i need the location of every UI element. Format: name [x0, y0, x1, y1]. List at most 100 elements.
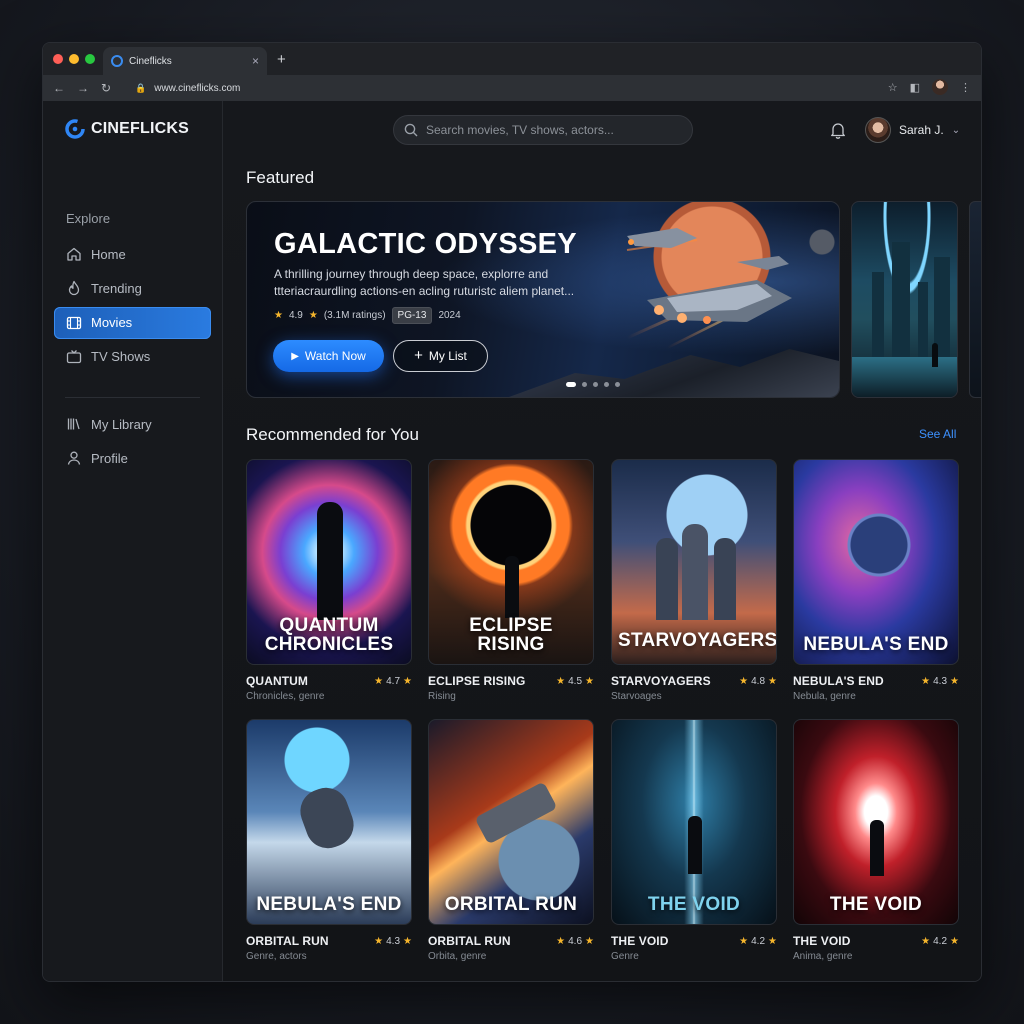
browser-profile-avatar[interactable]: [932, 79, 948, 95]
sidebar-item-label: Profile: [91, 450, 128, 466]
movie-card[interactable]: THE VOID THE VOID ★ 4.2 ★ Genre: [611, 719, 777, 962]
featured-peek-card[interactable]: [969, 201, 981, 398]
user-menu[interactable]: Sarah J. ⌄: [865, 117, 960, 143]
rating-value: 4.3: [933, 675, 948, 687]
card-title: STARVOYAGERS: [611, 674, 711, 688]
logo-reel-icon: [65, 119, 85, 139]
sidebar-item-my-library[interactable]: My Library: [54, 408, 211, 440]
see-all-link[interactable]: See All: [919, 427, 956, 441]
movie-poster: ECLIPSE RISING: [428, 459, 594, 665]
featured-next-card[interactable]: [851, 201, 958, 398]
url-text: www.cineflicks.com: [154, 82, 241, 94]
watch-now-label: Watch Now: [304, 349, 366, 363]
movie-card[interactable]: QUANTUM CHRONICLES QUANTUM ★ 4.7 ★ Chronic…: [246, 459, 412, 702]
poster-title: QUANTUM CHRONICLES: [264, 615, 394, 655]
profile-icon: [67, 451, 81, 465]
star-icon: ★: [739, 935, 749, 947]
card-subtitle: Genre, actors: [246, 951, 307, 962]
star-icon: ★: [308, 310, 318, 321]
card-subtitle: Rising: [428, 691, 456, 702]
movie-poster: NEBULA'S END: [246, 719, 412, 925]
search-input[interactable]: [426, 123, 676, 137]
url-field[interactable]: 🔒 www.cineflicks.com: [127, 78, 927, 98]
my-list-button[interactable]: + My List: [393, 340, 488, 372]
forward-icon[interactable]: →: [77, 81, 89, 95]
new-tab-icon[interactable]: +: [277, 51, 286, 68]
poster-title: THE VOID: [829, 894, 923, 915]
user-name: Sarah J.: [899, 123, 944, 137]
star-icon: ★: [768, 675, 777, 687]
card-rating: ★ 4.6 ★: [556, 936, 594, 947]
carousel-dot[interactable]: [604, 382, 609, 387]
primary-nav: Home Trending Movies TV Shows: [54, 238, 211, 375]
movie-card[interactable]: ECLIPSE RISING ECLIPSE RISING ★ 4.5 ★ Risi…: [428, 459, 594, 702]
carousel-dot[interactable]: [582, 382, 587, 387]
browser-menu-icon[interactable]: ⋮: [960, 81, 971, 94]
browser-tab[interactable]: Cineflicks ×: [103, 47, 267, 75]
spaceship-art: [626, 228, 792, 350]
card-rating: ★ 4.2 ★: [921, 936, 959, 947]
bookmark-star-icon[interactable]: ☆: [888, 81, 898, 94]
close-window-button[interactable]: [53, 54, 63, 64]
window-controls: [53, 54, 95, 64]
maximize-window-button[interactable]: [85, 54, 95, 64]
rating-value: 4.7: [386, 675, 401, 687]
close-tab-icon[interactable]: ×: [252, 54, 259, 68]
tv-icon: [66, 349, 82, 364]
sidebar-item-trending[interactable]: Trending: [54, 272, 211, 304]
movie-card[interactable]: STARVOYAGERS STARVOYAGERS ★ 4.8 ★ Starvoag…: [611, 459, 777, 702]
star-icon: ★: [556, 675, 566, 687]
back-icon[interactable]: ←: [53, 81, 65, 95]
reload-icon[interactable]: ↻: [101, 81, 111, 95]
secondary-nav: My Library Profile: [54, 408, 211, 477]
sidebar-item-home[interactable]: Home: [54, 238, 211, 270]
featured-heading: Featured: [246, 168, 315, 187]
sidebar-divider: [65, 397, 200, 398]
sidepanel-icon[interactable]: ◧: [910, 81, 920, 94]
movie-poster: NEBULA'S END: [793, 459, 959, 665]
app-body: CINEFLICKS Explore Home Trending Movies: [43, 101, 981, 981]
recommended-heading: Recommended for You: [246, 425, 419, 444]
tab-title: Cineflicks: [129, 55, 172, 67]
sidebar-item-movies[interactable]: Movies: [54, 306, 211, 339]
search-bar[interactable]: [393, 115, 693, 145]
poster-title: NEBULA'S END: [256, 894, 402, 915]
browser-window: Cineflicks × + ← → ↻ 🔒 www.cineflicks.co…: [42, 42, 982, 982]
movie-poster: ORBITAL RUN: [428, 719, 594, 925]
carousel-dot[interactable]: [566, 382, 576, 387]
notification-bell-icon[interactable]: [829, 121, 847, 139]
poster-title: NEBULA'S END: [803, 634, 949, 655]
sidebar-item-tv-shows[interactable]: TV Shows: [54, 341, 211, 373]
rating-value: 4.8: [751, 675, 766, 687]
movie-card[interactable]: THE VOID THE VOID ★ 4.2 ★ Anima, genre: [793, 719, 959, 962]
carousel-dot[interactable]: [593, 382, 598, 387]
movie-card[interactable]: NEBULA'S END NEBULA'S END ★ 4.3 ★ Nebula, …: [793, 459, 959, 702]
explore-label: Explore: [66, 211, 111, 226]
brand-logo[interactable]: CINEFLICKS: [65, 119, 189, 139]
sidebar-item-label: My Library: [91, 416, 152, 432]
my-list-label: My List: [428, 349, 467, 363]
play-icon: ▶: [291, 350, 299, 362]
carousel-dot[interactable]: [615, 382, 620, 387]
minimize-window-button[interactable]: [69, 54, 79, 64]
movie-card[interactable]: ORBITAL RUN ORBITAL RUN ★ 4.6 ★ Orbita, ge…: [428, 719, 594, 962]
star-icon: ★: [556, 935, 566, 947]
card-title: ORBITAL RUN: [246, 934, 329, 948]
sidebar-item-profile[interactable]: Profile: [54, 442, 211, 474]
star-icon: ★: [374, 675, 384, 687]
star-icon: ★: [739, 675, 749, 687]
featured-title: GALACTIC ODYSSEY: [274, 228, 577, 260]
featured-ratings-count: (3.1M ratings): [323, 310, 386, 321]
watch-now-button[interactable]: ▶ Watch Now: [273, 340, 384, 372]
sidebar: CINEFLICKS Explore Home Trending Movies: [43, 101, 223, 981]
film-icon: [66, 316, 82, 329]
address-bar: ← → ↻ 🔒 www.cineflicks.com ☆ ◧ ⋮: [43, 75, 981, 101]
featured-banner[interactable]: GALACTIC ODYSSEY A thrilling journey thr…: [246, 201, 840, 398]
movie-card[interactable]: NEBULA'S END ORBITAL RUN ★ 4.3 ★ Genre, ac…: [246, 719, 412, 962]
featured-year: 2024: [438, 310, 461, 321]
carousel-dots[interactable]: [566, 382, 620, 387]
star-icon: ★: [403, 935, 412, 947]
card-rating: ★ 4.8 ★: [739, 676, 777, 687]
star-icon: ★: [585, 675, 594, 687]
search-icon: [404, 123, 418, 137]
